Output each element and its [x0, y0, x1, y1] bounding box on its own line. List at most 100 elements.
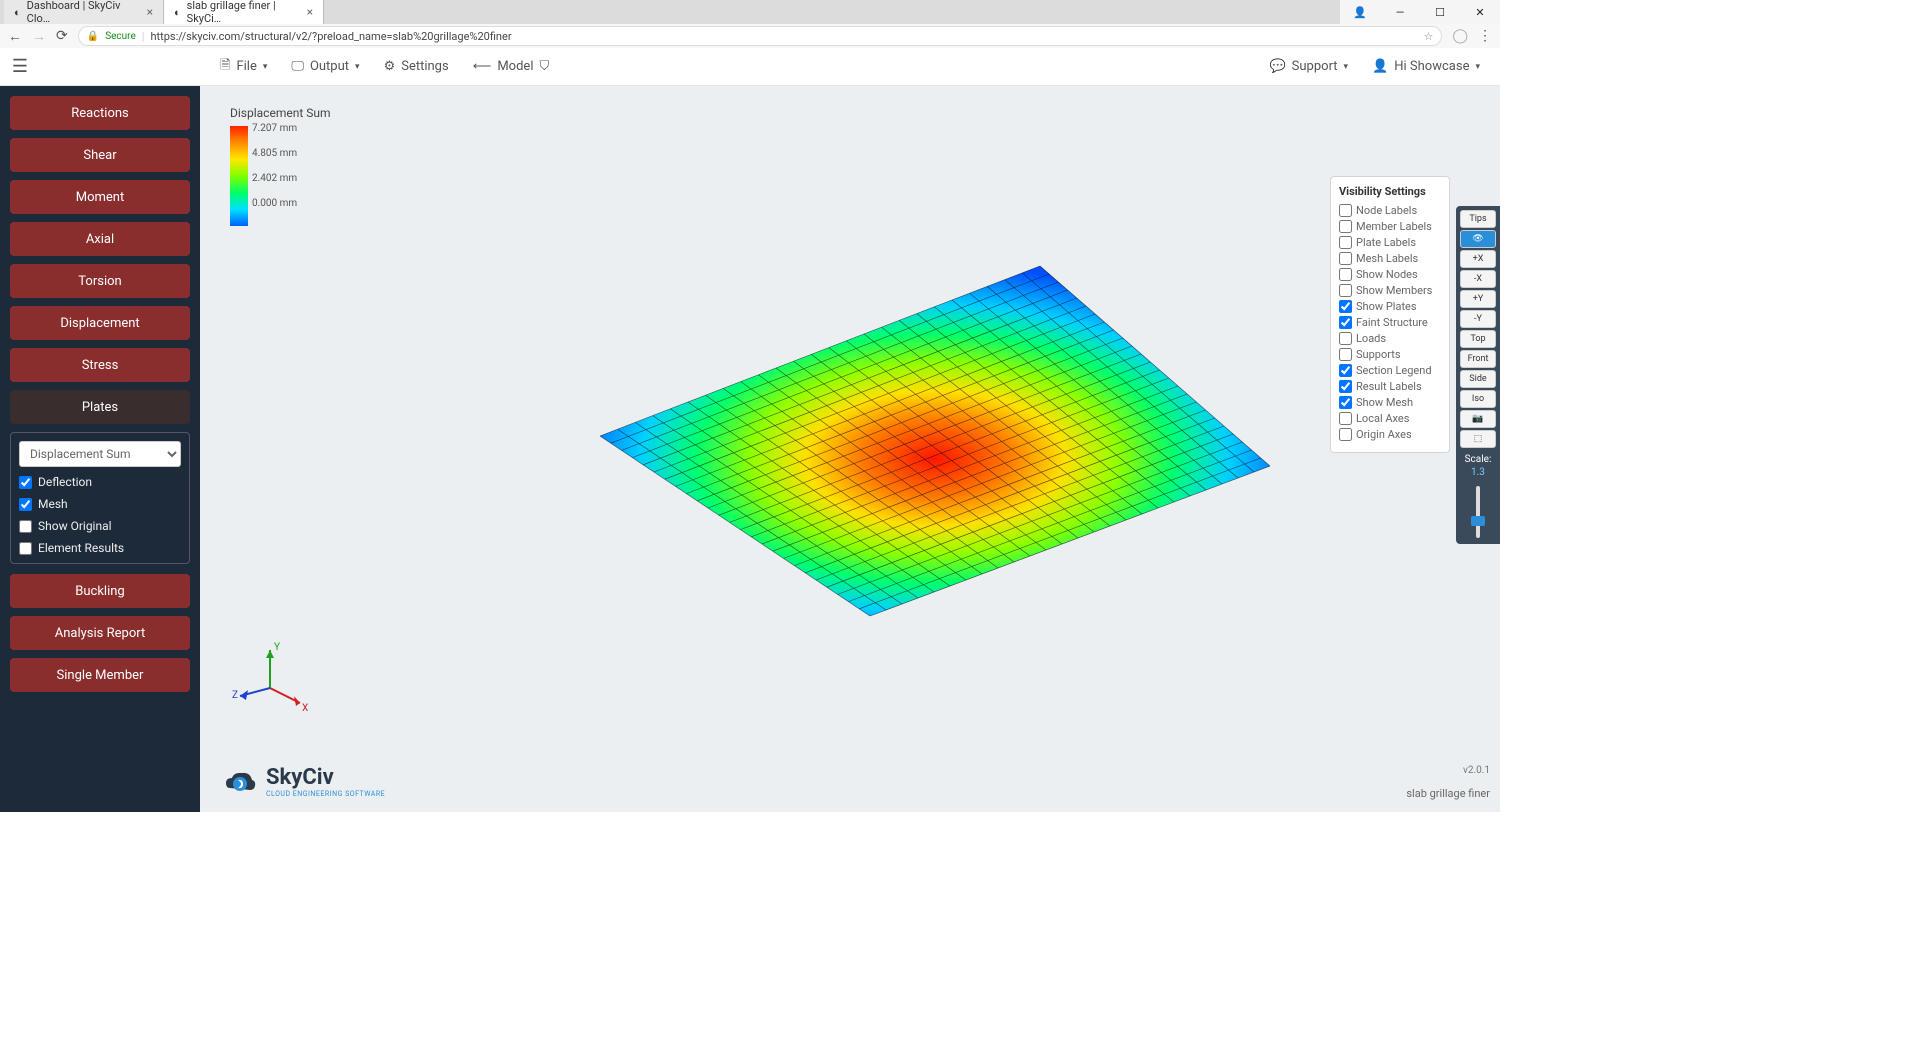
- tab-title: Dashboard | SkyCiv Clo…: [27, 0, 141, 25]
- view-minus-x-button[interactable]: -X: [1460, 270, 1496, 288]
- results-sidebar: Reactions Shear Moment Axial Torsion Dis…: [0, 86, 200, 812]
- file-icon: 🗎: [220, 56, 230, 78]
- logo-tagline: CLOUD ENGINEERING SOFTWARE: [266, 790, 385, 798]
- support-menu[interactable]: 💬Support▾: [1269, 59, 1348, 74]
- visibility-check-result-labels[interactable]: Result Labels: [1339, 380, 1441, 393]
- forward-button[interactable]: →: [32, 28, 46, 45]
- visibility-check-show-nodes[interactable]: Show Nodes: [1339, 268, 1441, 281]
- sidebar-item-analysis-report[interactable]: Analysis Report: [10, 616, 190, 650]
- menu-icon[interactable]: ⋮: [1478, 28, 1492, 44]
- camera-icon: 📷: [1472, 414, 1483, 424]
- sidebar-item-moment[interactable]: Moment: [10, 180, 190, 214]
- file-menu[interactable]: 🗎File▾: [220, 56, 267, 78]
- visibility-check-local-axes[interactable]: Local Axes: [1339, 412, 1441, 425]
- sidebar-item-displacement[interactable]: Displacement: [10, 306, 190, 340]
- visibility-check-loads[interactable]: Loads: [1339, 332, 1441, 345]
- check-mesh[interactable]: Mesh: [19, 497, 181, 511]
- back-button[interactable]: ←: [8, 28, 22, 45]
- lock-icon: 🔒: [87, 31, 99, 42]
- window-controls: 👤 — ☐ ✕: [1340, 0, 1500, 24]
- viewport-3d[interactable]: Displacement Sum 7.207 mm 4.805 mm 2.402…: [200, 86, 1500, 812]
- sidebar-item-single-member[interactable]: Single Member: [10, 658, 190, 692]
- visibility-check-section-legend[interactable]: Section Legend: [1339, 364, 1441, 377]
- view-minus-y-button[interactable]: -Y: [1460, 310, 1496, 328]
- output-menu[interactable]: 🖵Output▾: [291, 56, 359, 78]
- secure-label: Secure: [105, 31, 136, 42]
- visibility-check-show-members[interactable]: Show Members: [1339, 284, 1441, 297]
- check-element-results[interactable]: Element Results: [19, 541, 181, 555]
- sidebar-item-torsion[interactable]: Torsion: [10, 264, 190, 298]
- visibility-check-show-mesh[interactable]: Show Mesh: [1339, 396, 1441, 409]
- tab-strip: ◐ Dashboard | SkyCiv Clo… × ◐ slab grill…: [0, 0, 1500, 24]
- view-plus-y-button[interactable]: +Y: [1460, 290, 1496, 308]
- browser-tab[interactable]: ◐ slab grillage finer | SkyCi… ×: [164, 0, 324, 24]
- view-plus-x-button[interactable]: +X: [1460, 250, 1496, 268]
- visibility-check-show-plates[interactable]: Show Plates: [1339, 300, 1441, 313]
- chevron-down-icon: ▾: [1344, 62, 1349, 72]
- sidebar-item-axial[interactable]: Axial: [10, 222, 190, 256]
- visibility-check-node-labels[interactable]: Node Labels: [1339, 204, 1441, 217]
- svg-text:Z: Z: [232, 690, 238, 701]
- wireframe-button[interactable]: ⬚: [1460, 430, 1496, 448]
- close-icon[interactable]: ×: [307, 5, 313, 19]
- sidebar-item-buckling[interactable]: Buckling: [10, 574, 190, 608]
- chevron-down-icon: ▾: [263, 62, 268, 72]
- app-toolbar: ☰ 🗎File▾ 🖵Output▾ ⚙Settings ⟵Model⛉ 💬Sup…: [0, 48, 1500, 86]
- sidebar-item-reactions[interactable]: Reactions: [10, 96, 190, 130]
- visibility-check-origin-axes[interactable]: Origin Axes: [1339, 428, 1441, 441]
- visibility-check-member-labels[interactable]: Member Labels: [1339, 220, 1441, 233]
- tab-title: slab grillage finer | SkyCi…: [187, 0, 301, 25]
- screenshot-button[interactable]: 📷: [1460, 410, 1496, 428]
- plate-options-panel: Displacement Sum Deflection Mesh Show Or…: [10, 432, 190, 564]
- view-top-button[interactable]: Top: [1460, 330, 1496, 348]
- chevron-down-icon: ▾: [355, 62, 360, 72]
- browser-tab[interactable]: ◐ Dashboard | SkyCiv Clo… ×: [4, 0, 164, 24]
- bridge-icon: ⛉: [539, 59, 549, 74]
- model-menu[interactable]: ⟵Model⛉: [473, 56, 550, 78]
- person-icon[interactable]: 👤: [1340, 6, 1380, 19]
- sidebar-item-shear[interactable]: Shear: [10, 138, 190, 172]
- settings-menu[interactable]: ⚙Settings: [384, 56, 449, 78]
- project-name-label: slab grillage finer: [1406, 787, 1490, 800]
- legend-colorbar: [230, 126, 248, 226]
- extension-icon[interactable]: ◯: [1452, 28, 1468, 44]
- svg-text:Y: Y: [274, 642, 280, 653]
- result-type-select[interactable]: Displacement Sum: [19, 441, 181, 467]
- browser-chrome: ◐ Dashboard | SkyCiv Clo… × ◐ slab grill…: [0, 0, 1500, 48]
- visibility-check-faint-structure[interactable]: Faint Structure: [1339, 316, 1441, 329]
- user-menu[interactable]: 👤Hi Showcase▾: [1372, 59, 1480, 74]
- visibility-check-plate-labels[interactable]: Plate Labels: [1339, 236, 1441, 249]
- close-icon[interactable]: ×: [147, 5, 153, 19]
- gear-icon: ⚙: [384, 59, 396, 74]
- monitor-icon: 🖵: [291, 59, 304, 74]
- close-button[interactable]: ✕: [1460, 6, 1500, 19]
- visibility-check-mesh-labels[interactable]: Mesh Labels: [1339, 252, 1441, 265]
- minimize-button[interactable]: —: [1380, 6, 1420, 19]
- address-bar: ← → ⟳ 🔒 Secure | https://skyciv.com/stru…: [0, 24, 1500, 48]
- scale-label: Scale:: [1458, 454, 1498, 465]
- view-front-button[interactable]: Front: [1460, 350, 1496, 368]
- tips-button[interactable]: Tips: [1460, 210, 1496, 228]
- reload-button[interactable]: ⟳: [56, 28, 68, 44]
- scale-slider[interactable]: [1458, 482, 1498, 542]
- visibility-check-supports[interactable]: Supports: [1339, 348, 1441, 361]
- star-icon[interactable]: ☆: [1423, 30, 1433, 43]
- cube-icon: ⬚: [1474, 434, 1483, 444]
- view-toolbar: Tips 👁 +X -X +Y -Y Top Front Side Iso 📷 …: [1456, 206, 1500, 544]
- view-side-button[interactable]: Side: [1460, 370, 1496, 388]
- version-label: v2.0.1: [1463, 765, 1490, 776]
- logo-text: SkyCiv: [266, 765, 385, 790]
- sidebar-item-stress[interactable]: Stress: [10, 348, 190, 382]
- sidebar-item-plates[interactable]: Plates: [10, 390, 190, 424]
- hamburger-icon[interactable]: ☰: [0, 48, 40, 86]
- check-show-original[interactable]: Show Original: [19, 519, 181, 533]
- url-input[interactable]: 🔒 Secure | https://skyciv.com/structural…: [78, 26, 1443, 46]
- url-text: https://skyciv.com/structural/v2/?preloa…: [150, 30, 511, 43]
- visibility-title: Visibility Settings: [1339, 185, 1441, 198]
- maximize-button[interactable]: ☐: [1420, 6, 1460, 19]
- legend-title: Displacement Sum: [230, 106, 331, 120]
- view-iso-button[interactable]: Iso: [1460, 390, 1496, 408]
- visibility-toggle-button[interactable]: 👁: [1460, 230, 1496, 248]
- svg-text:X: X: [302, 703, 308, 714]
- check-deflection[interactable]: Deflection: [19, 475, 181, 489]
